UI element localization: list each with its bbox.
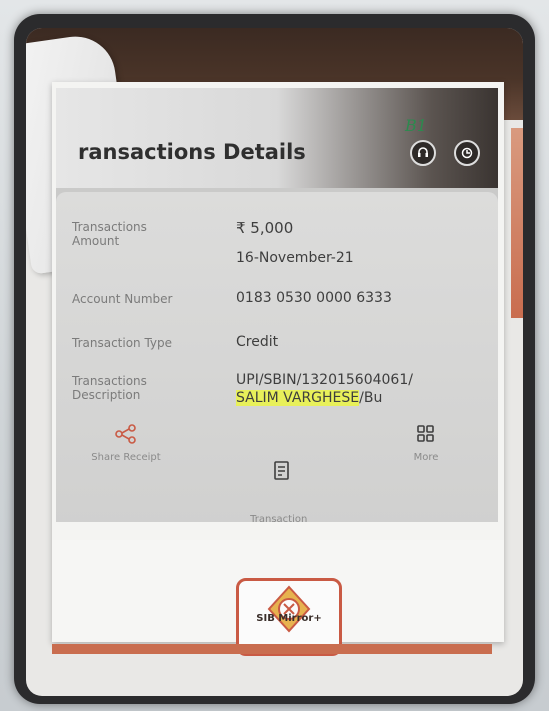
grid-icon (386, 424, 466, 448)
transaction-history-button[interactable]: Transaction History (221, 424, 311, 522)
transaction-type-label: Transaction Type (72, 336, 173, 350)
share-icon (86, 424, 166, 448)
app-screen: ransactions Details Transactions Amount … (56, 88, 498, 522)
headset-icon[interactable] (410, 140, 436, 166)
more-label: More (413, 452, 439, 463)
more-button[interactable]: More (386, 424, 466, 464)
handwritten-note: B1 (405, 116, 427, 135)
description-line1: UPI/SBIN/132015604061/ (236, 372, 413, 388)
share-receipt-button[interactable]: Share Receipt (86, 424, 166, 464)
amount-value: ₹ 5,000 (236, 219, 294, 237)
account-number-label: Account Number (72, 292, 173, 306)
logout-icon[interactable] (454, 140, 480, 166)
app-name: SIB Mirror+ (256, 613, 322, 624)
date-value: 16-November-21 (236, 250, 354, 266)
transaction-type-value: Credit (236, 334, 279, 350)
share-receipt-label: Share Receipt (91, 452, 161, 463)
highlighted-name: SALIM VARGHESE (236, 390, 360, 406)
screen-header (56, 88, 498, 188)
history-icon (221, 448, 311, 498)
side-strip (511, 128, 523, 318)
printed-screenshot: ransactions Details Transactions Amount … (52, 82, 504, 642)
description-line2: SALIM VARGHESE/Bu (236, 388, 382, 408)
page-title: ransactions Details (78, 140, 306, 164)
description-label: Transactions Description (72, 374, 147, 402)
bottom-strip (52, 644, 492, 654)
transaction-history-label: Transaction History (250, 514, 308, 522)
amount-label: Transactions Amount (72, 220, 147, 248)
details-card: Transactions Amount ₹ 5,000 16-November-… (56, 192, 498, 522)
account-number-value: 0183 0530 0000 6333 (236, 290, 392, 306)
description-suffix: /Bu (359, 390, 383, 406)
